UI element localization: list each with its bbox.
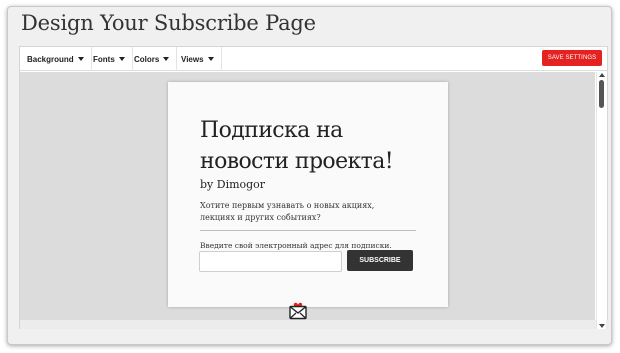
email-input[interactable] <box>199 251 342 272</box>
arrow-up-icon[interactable] <box>599 73 605 77</box>
design-dialog: Design Your Subscribe Page Background Fo… <box>7 6 612 345</box>
description: Хотите первым узнавать о новых акциях, л… <box>200 201 375 222</box>
caret-down-icon <box>77 57 84 61</box>
menu-views-label: Views <box>181 54 204 64</box>
envelope-heart-icon <box>289 302 307 320</box>
vertical-scrollbar[interactable] <box>596 72 606 329</box>
menu-fonts[interactable]: Fonts <box>86 47 133 71</box>
menu-colors-label: Colors <box>134 54 160 64</box>
preview-canvas: Подписка на новости проекта! by Dimogor … <box>20 72 595 320</box>
menu-views[interactable]: Views <box>174 47 222 71</box>
caret-down-icon <box>163 57 170 61</box>
divider <box>200 230 416 231</box>
subscribe-card: Подписка на новости проекта! by Dimogor … <box>168 82 448 307</box>
menu-colors[interactable]: Colors <box>127 47 178 71</box>
menu-background-label: Background <box>27 54 74 64</box>
dialog-title: Design Your Subscribe Page <box>21 11 316 35</box>
caret-down-icon <box>207 57 214 61</box>
canvas-footer <box>20 320 609 329</box>
caret-down-icon <box>118 57 125 61</box>
byline: by Dimogor <box>200 178 266 191</box>
email-label: Введите свой электронный адрес для подпи… <box>200 241 392 250</box>
scroll-thumb[interactable] <box>599 80 604 108</box>
save-settings-button[interactable]: SAVE SETTINGS <box>542 50 602 66</box>
menu-background[interactable]: Background <box>20 47 92 71</box>
subscribe-button[interactable]: SUBSCRIBE <box>347 250 413 271</box>
arrow-down-icon[interactable] <box>599 324 605 328</box>
editor-panel: Background Fonts Colors Views SAVE SETTI… <box>19 46 609 329</box>
toolbar: Background Fonts Colors Views SAVE SETTI… <box>20 47 607 71</box>
subscribe-heading: Подписка на новости проекта! <box>200 118 394 174</box>
menu-fonts-label: Fonts <box>93 54 115 64</box>
